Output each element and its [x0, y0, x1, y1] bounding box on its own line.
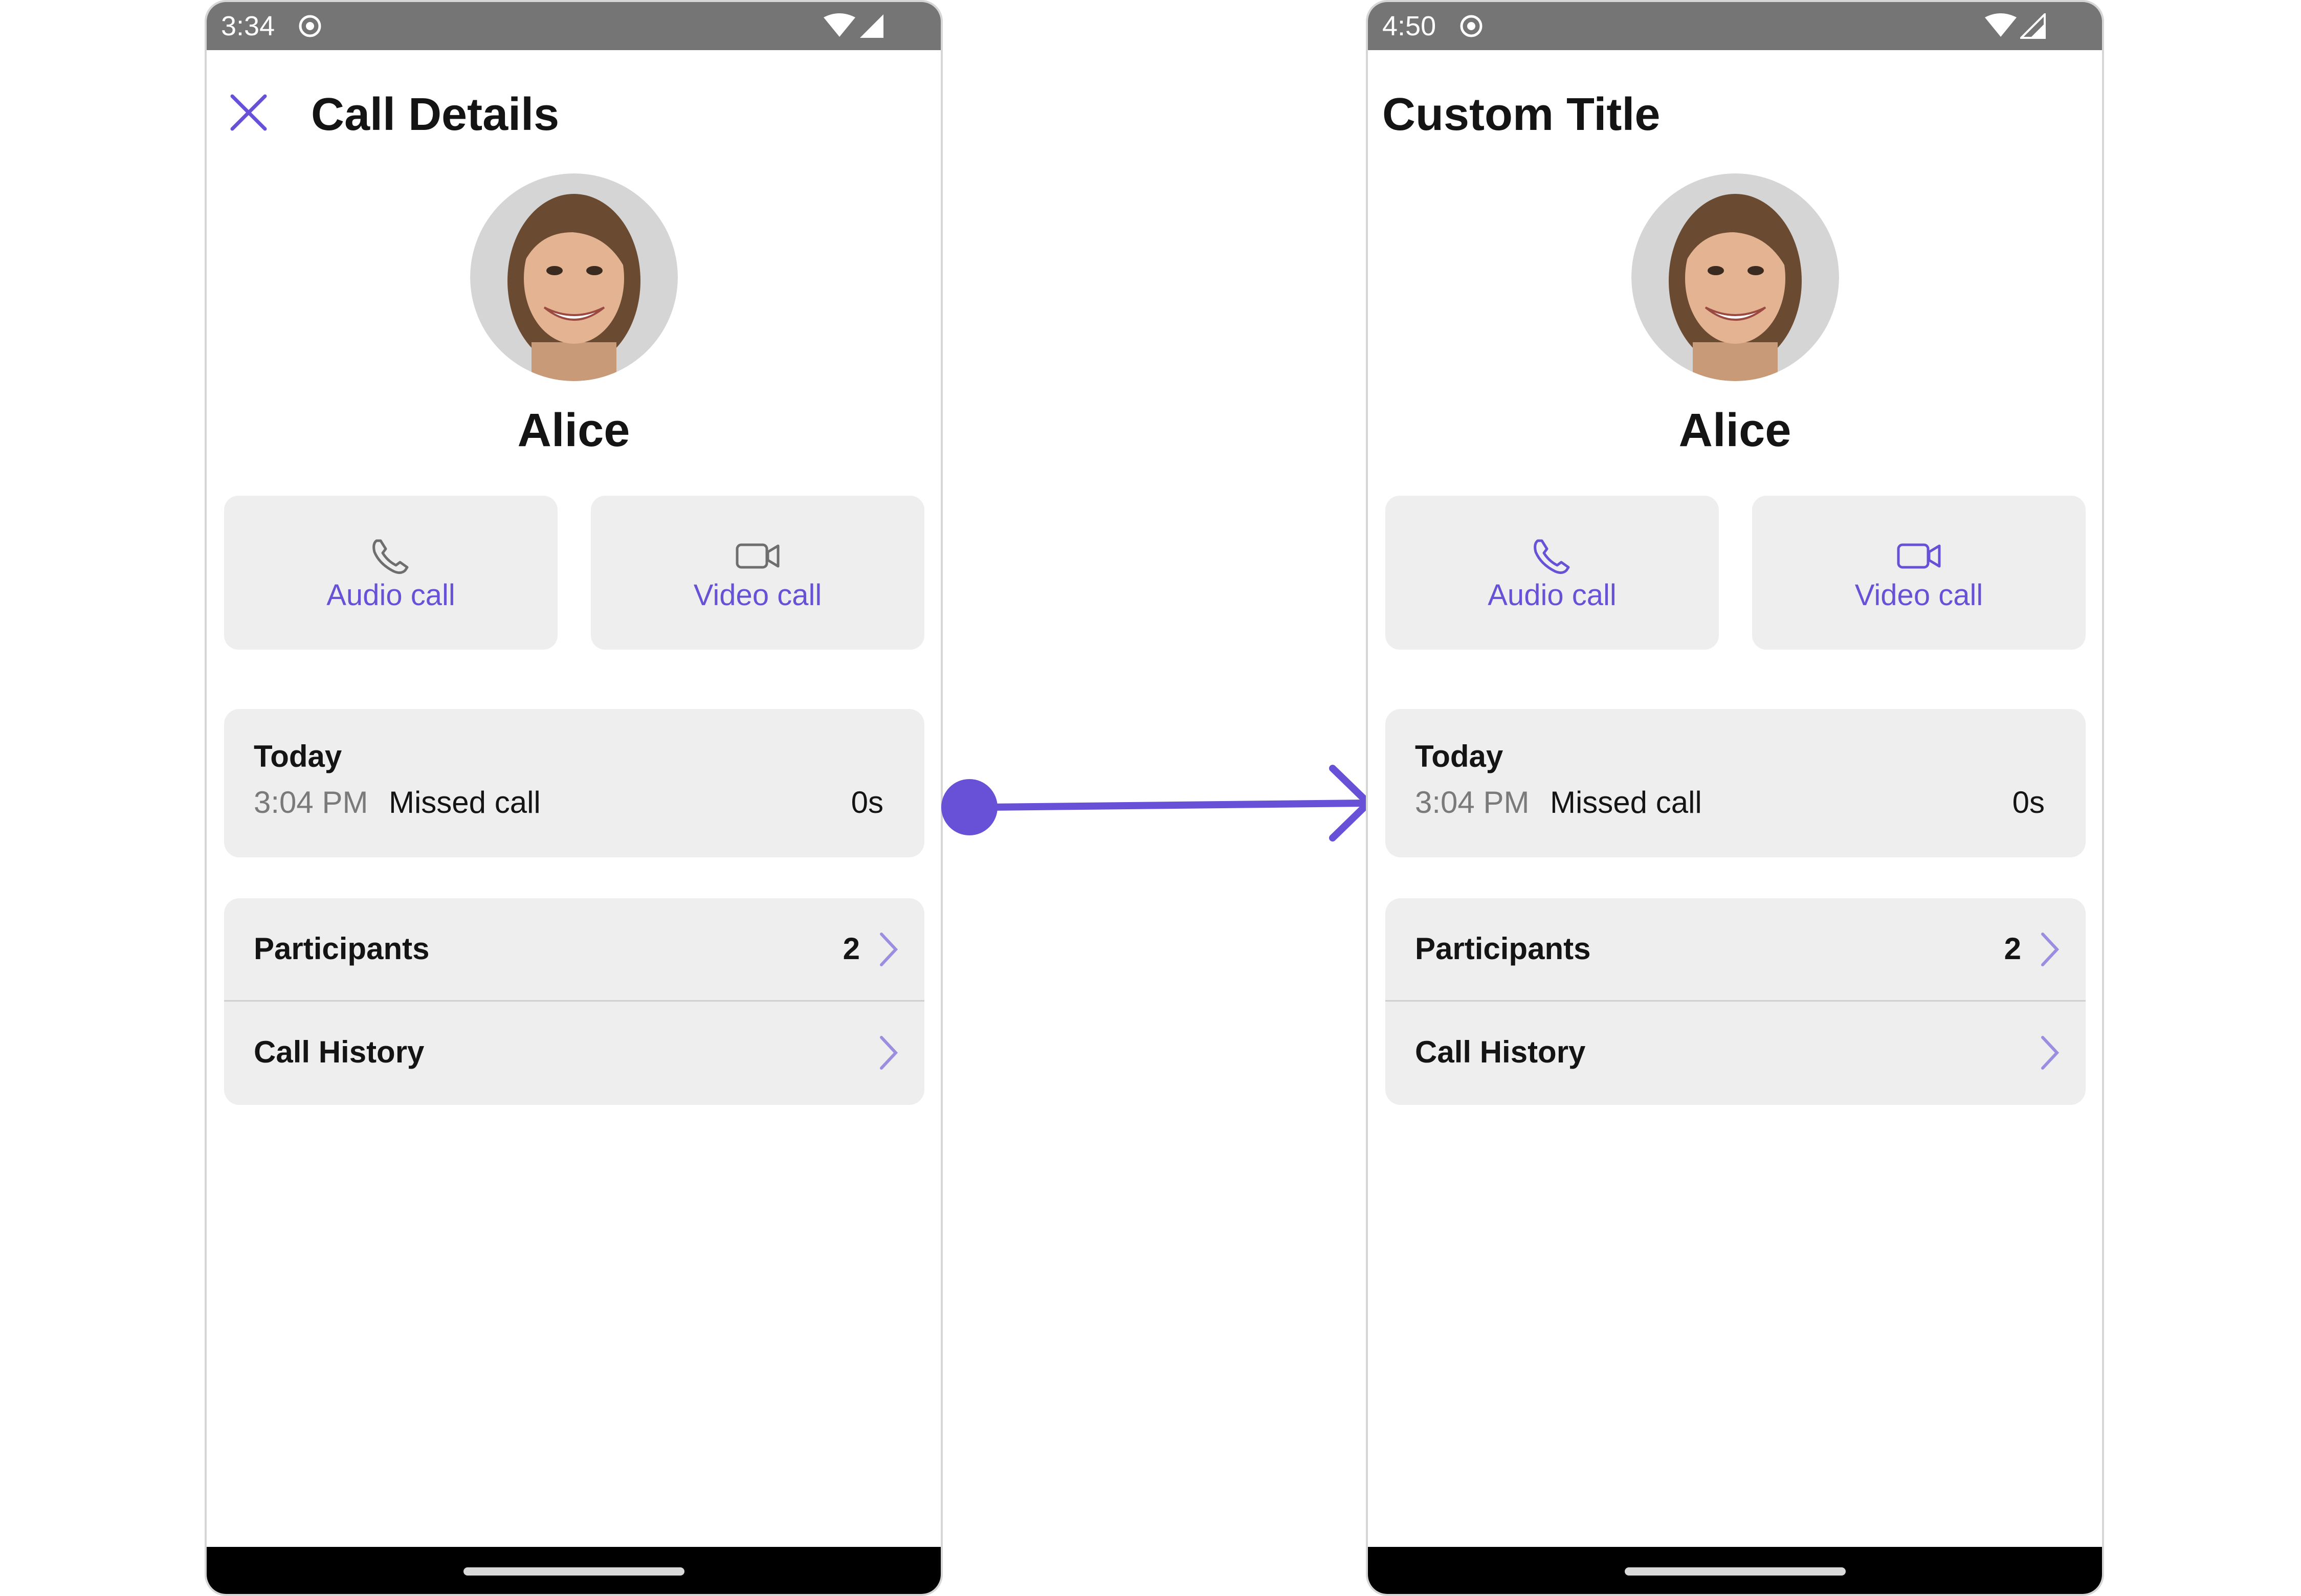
audio-call-label: Audio call: [326, 579, 455, 612]
call-status: Missed call: [1550, 785, 1702, 819]
home-indicator[interactable]: [1624, 1567, 1846, 1576]
audio-call-button[interactable]: Audio call: [224, 496, 558, 650]
audio-call-button[interactable]: Audio call: [1385, 496, 1719, 650]
avatar: [1631, 173, 1839, 381]
home-indicator[interactable]: [463, 1567, 684, 1576]
page-title: Custom Title: [1382, 89, 1661, 140]
call-date: Today: [1415, 739, 1503, 773]
call-time: 3:04 PM: [254, 785, 368, 819]
avatar: [470, 173, 678, 381]
call-date: Today: [254, 739, 342, 773]
video-call-label: Video call: [693, 579, 822, 612]
video-camera-icon: [736, 543, 780, 569]
chevron-right-icon: [2041, 1036, 2060, 1070]
call-log-card: Today 3:04 PM Missed call 0s: [1385, 709, 2086, 857]
call-history-row[interactable]: Call History: [1385, 1002, 2086, 1105]
video-call-label: Video call: [1854, 579, 1983, 612]
options-card: Participants 2 Call History: [224, 898, 924, 1105]
phone-screen-left: 3:34 Call Details Alice Audio call Video…: [205, 0, 943, 1596]
status-time: 4:50: [1382, 11, 1436, 41]
wifi-icon: [824, 13, 855, 37]
user-name: Alice: [517, 404, 630, 456]
phone-icon: [372, 539, 409, 574]
signal-icon: [860, 14, 883, 38]
options-card: Participants 2 Call History: [1385, 898, 2086, 1105]
status-bar: 3:34: [207, 2, 941, 50]
call-duration: 0s: [2012, 785, 2045, 819]
wifi-icon: [1985, 13, 2017, 37]
call-history-label: Call History: [1415, 1035, 1586, 1069]
participants-label: Participants: [1415, 932, 1591, 966]
navigation-bar: [207, 1547, 941, 1594]
chevron-right-icon: [880, 933, 898, 966]
phone-icon: [1534, 539, 1570, 574]
video-camera-icon: [1897, 543, 1941, 569]
user-name: Alice: [1678, 404, 1791, 456]
chevron-right-icon: [2041, 933, 2060, 966]
phone-screen-right: 4:50 Custom Title Alice Audio call Video…: [1366, 0, 2104, 1596]
call-log-card: Today 3:04 PM Missed call 0s: [224, 709, 924, 857]
sync-status-icon: [299, 15, 321, 37]
transition-arrow: [941, 765, 1372, 841]
status-bar: 4:50: [1368, 2, 2102, 50]
close-icon[interactable]: [228, 92, 269, 133]
video-call-button[interactable]: Video call: [591, 496, 924, 650]
participants-row[interactable]: Participants 2: [224, 898, 924, 1002]
status-time: 3:34: [221, 11, 275, 41]
navigation-bar: [1368, 1547, 2102, 1594]
call-status: Missed call: [389, 785, 541, 819]
call-time: 3:04 PM: [1415, 785, 1530, 819]
call-duration: 0s: [851, 785, 883, 819]
sync-status-icon: [1460, 15, 1483, 37]
call-history-label: Call History: [254, 1035, 425, 1069]
signal-icon: [2020, 13, 2046, 39]
participants-count: 2: [843, 932, 860, 966]
participants-row[interactable]: Participants 2: [1385, 898, 2086, 1002]
chevron-right-icon: [880, 1036, 898, 1070]
call-history-row[interactable]: Call History: [224, 1002, 924, 1105]
participants-label: Participants: [254, 932, 430, 966]
participants-count: 2: [2004, 932, 2021, 966]
page-title: Call Details: [311, 89, 560, 140]
audio-call-label: Audio call: [1488, 579, 1617, 612]
video-call-button[interactable]: Video call: [1752, 496, 2086, 650]
